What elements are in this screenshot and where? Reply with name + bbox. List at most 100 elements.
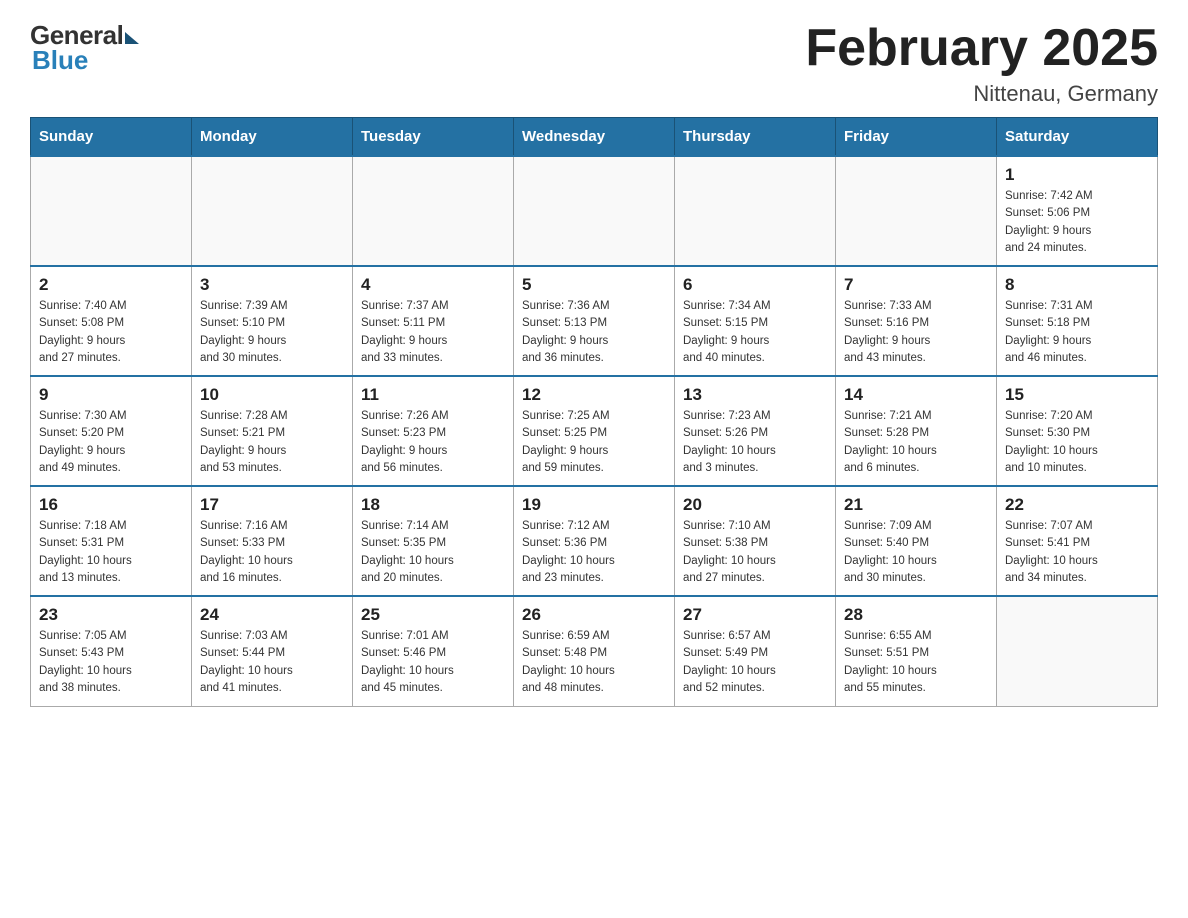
day-number: 18: [361, 495, 505, 515]
day-number: 2: [39, 275, 183, 295]
logo: General Blue: [30, 20, 139, 76]
day-info: Sunrise: 7:31 AM Sunset: 5:18 PM Dayligh…: [1005, 298, 1149, 367]
day-info: Sunrise: 7:16 AM Sunset: 5:33 PM Dayligh…: [200, 518, 344, 587]
day-info: Sunrise: 7:01 AM Sunset: 5:46 PM Dayligh…: [361, 628, 505, 697]
calendar-cell: 10 Sunrise: 7:28 AM Sunset: 5:21 PM Dayli…: [192, 376, 353, 486]
calendar-cell: [675, 156, 836, 266]
day-info: Sunrise: 7:10 AM Sunset: 5:38 PM Dayligh…: [683, 518, 827, 587]
weekday-header-row: SundayMondayTuesdayWednesdayThursdayFrid…: [31, 118, 1158, 157]
day-info: Sunrise: 7:21 AM Sunset: 5:28 PM Dayligh…: [844, 408, 988, 477]
calendar-cell: [514, 156, 675, 266]
day-number: 27: [683, 605, 827, 625]
calendar-cell: 22 Sunrise: 7:07 AM Sunset: 5:41 PM Dayli…: [997, 486, 1158, 596]
calendar-cell: 17 Sunrise: 7:16 AM Sunset: 5:33 PM Dayli…: [192, 486, 353, 596]
day-number: 28: [844, 605, 988, 625]
calendar-cell: 26 Sunrise: 6:59 AM Sunset: 5:48 PM Dayli…: [514, 596, 675, 706]
calendar-cell: [31, 156, 192, 266]
day-info: Sunrise: 7:20 AM Sunset: 5:30 PM Dayligh…: [1005, 408, 1149, 477]
day-info: Sunrise: 7:39 AM Sunset: 5:10 PM Dayligh…: [200, 298, 344, 367]
logo-blue-text: Blue: [32, 45, 88, 76]
weekday-header-sunday: Sunday: [31, 118, 192, 157]
calendar-cell: 15 Sunrise: 7:20 AM Sunset: 5:30 PM Dayli…: [997, 376, 1158, 486]
calendar-cell: 8 Sunrise: 7:31 AM Sunset: 5:18 PM Daylig…: [997, 266, 1158, 376]
calendar-cell: 4 Sunrise: 7:37 AM Sunset: 5:11 PM Daylig…: [353, 266, 514, 376]
day-info: Sunrise: 7:26 AM Sunset: 5:23 PM Dayligh…: [361, 408, 505, 477]
day-info: Sunrise: 6:59 AM Sunset: 5:48 PM Dayligh…: [522, 628, 666, 697]
day-number: 12: [522, 385, 666, 405]
day-number: 24: [200, 605, 344, 625]
calendar-cell: 24 Sunrise: 7:03 AM Sunset: 5:44 PM Dayli…: [192, 596, 353, 706]
day-number: 3: [200, 275, 344, 295]
title-block: February 2025 Nittenau, Germany: [805, 20, 1158, 107]
day-info: Sunrise: 7:28 AM Sunset: 5:21 PM Dayligh…: [200, 408, 344, 477]
calendar-cell: 3 Sunrise: 7:39 AM Sunset: 5:10 PM Daylig…: [192, 266, 353, 376]
day-info: Sunrise: 7:07 AM Sunset: 5:41 PM Dayligh…: [1005, 518, 1149, 587]
day-info: Sunrise: 7:05 AM Sunset: 5:43 PM Dayligh…: [39, 628, 183, 697]
day-number: 1: [1005, 165, 1149, 185]
calendar-cell: [192, 156, 353, 266]
calendar-cell: 13Sunrise: 7:23 AM Sunset: 5:26 PM Dayli…: [675, 376, 836, 486]
day-number: 25: [361, 605, 505, 625]
day-info: Sunrise: 7:40 AM Sunset: 5:08 PM Dayligh…: [39, 298, 183, 367]
calendar-cell: [836, 156, 997, 266]
day-info: Sunrise: 7:18 AM Sunset: 5:31 PM Dayligh…: [39, 518, 183, 587]
week-row-1: 1Sunrise: 7:42 AM Sunset: 5:06 PM Daylig…: [31, 156, 1158, 266]
day-number: 23: [39, 605, 183, 625]
day-number: 4: [361, 275, 505, 295]
calendar-cell: 6 Sunrise: 7:34 AM Sunset: 5:15 PM Daylig…: [675, 266, 836, 376]
day-number: 16: [39, 495, 183, 515]
weekday-header-saturday: Saturday: [997, 118, 1158, 157]
day-info: Sunrise: 7:09 AM Sunset: 5:40 PM Dayligh…: [844, 518, 988, 587]
day-info: Sunrise: 7:30 AM Sunset: 5:20 PM Dayligh…: [39, 408, 183, 477]
day-number: 15: [1005, 385, 1149, 405]
calendar-cell: [997, 596, 1158, 706]
calendar-table: SundayMondayTuesdayWednesdayThursdayFrid…: [30, 117, 1158, 707]
logo-arrow-icon: [125, 32, 139, 44]
day-info: Sunrise: 7:14 AM Sunset: 5:35 PM Dayligh…: [361, 518, 505, 587]
calendar-cell: 25 Sunrise: 7:01 AM Sunset: 5:46 PM Dayli…: [353, 596, 514, 706]
weekday-header-thursday: Thursday: [675, 118, 836, 157]
day-number: 13: [683, 385, 827, 405]
calendar-cell: 1Sunrise: 7:42 AM Sunset: 5:06 PM Daylig…: [997, 156, 1158, 266]
month-title: February 2025: [805, 20, 1158, 77]
day-number: 21: [844, 495, 988, 515]
calendar-cell: 28 Sunrise: 6:55 AM Sunset: 5:51 PM Dayli…: [836, 596, 997, 706]
page-header: General Blue February 2025 Nittenau, Ger…: [30, 20, 1158, 107]
day-number: 6: [683, 275, 827, 295]
day-number: 19: [522, 495, 666, 515]
day-info: Sunrise: 7:36 AM Sunset: 5:13 PM Dayligh…: [522, 298, 666, 367]
day-number: 17: [200, 495, 344, 515]
day-number: 5: [522, 275, 666, 295]
week-row-3: 9Sunrise: 7:30 AM Sunset: 5:20 PM Daylig…: [31, 376, 1158, 486]
weekday-header-tuesday: Tuesday: [353, 118, 514, 157]
day-number: 7: [844, 275, 988, 295]
day-info: Sunrise: 7:25 AM Sunset: 5:25 PM Dayligh…: [522, 408, 666, 477]
weekday-header-friday: Friday: [836, 118, 997, 157]
week-row-4: 16 Sunrise: 7:18 AM Sunset: 5:31 PM Dayli…: [31, 486, 1158, 596]
calendar-cell: 20 Sunrise: 7:10 AM Sunset: 5:38 PM Dayli…: [675, 486, 836, 596]
weekday-header-monday: Monday: [192, 118, 353, 157]
calendar-cell: 7Sunrise: 7:33 AM Sunset: 5:16 PM Daylig…: [836, 266, 997, 376]
day-number: 22: [1005, 495, 1149, 515]
day-number: 8: [1005, 275, 1149, 295]
calendar-cell: 9Sunrise: 7:30 AM Sunset: 5:20 PM Daylig…: [31, 376, 192, 486]
day-number: 26: [522, 605, 666, 625]
day-number: 14: [844, 385, 988, 405]
day-info: Sunrise: 7:37 AM Sunset: 5:11 PM Dayligh…: [361, 298, 505, 367]
calendar-cell: 16 Sunrise: 7:18 AM Sunset: 5:31 PM Dayli…: [31, 486, 192, 596]
day-info: Sunrise: 7:03 AM Sunset: 5:44 PM Dayligh…: [200, 628, 344, 697]
calendar-cell: 23 Sunrise: 7:05 AM Sunset: 5:43 PM Dayli…: [31, 596, 192, 706]
calendar-cell: 21 Sunrise: 7:09 AM Sunset: 5:40 PM Dayli…: [836, 486, 997, 596]
calendar-cell: [353, 156, 514, 266]
day-info: Sunrise: 7:34 AM Sunset: 5:15 PM Dayligh…: [683, 298, 827, 367]
day-number: 10: [200, 385, 344, 405]
calendar-cell: 2 Sunrise: 7:40 AM Sunset: 5:08 PM Daylig…: [31, 266, 192, 376]
calendar-cell: 19Sunrise: 7:12 AM Sunset: 5:36 PM Dayli…: [514, 486, 675, 596]
day-number: 20: [683, 495, 827, 515]
week-row-5: 23 Sunrise: 7:05 AM Sunset: 5:43 PM Dayli…: [31, 596, 1158, 706]
calendar-cell: 18 Sunrise: 7:14 AM Sunset: 5:35 PM Dayli…: [353, 486, 514, 596]
calendar-cell: 11 Sunrise: 7:26 AM Sunset: 5:23 PM Dayli…: [353, 376, 514, 486]
day-info: Sunrise: 6:55 AM Sunset: 5:51 PM Dayligh…: [844, 628, 988, 697]
day-number: 11: [361, 385, 505, 405]
week-row-2: 2 Sunrise: 7:40 AM Sunset: 5:08 PM Daylig…: [31, 266, 1158, 376]
